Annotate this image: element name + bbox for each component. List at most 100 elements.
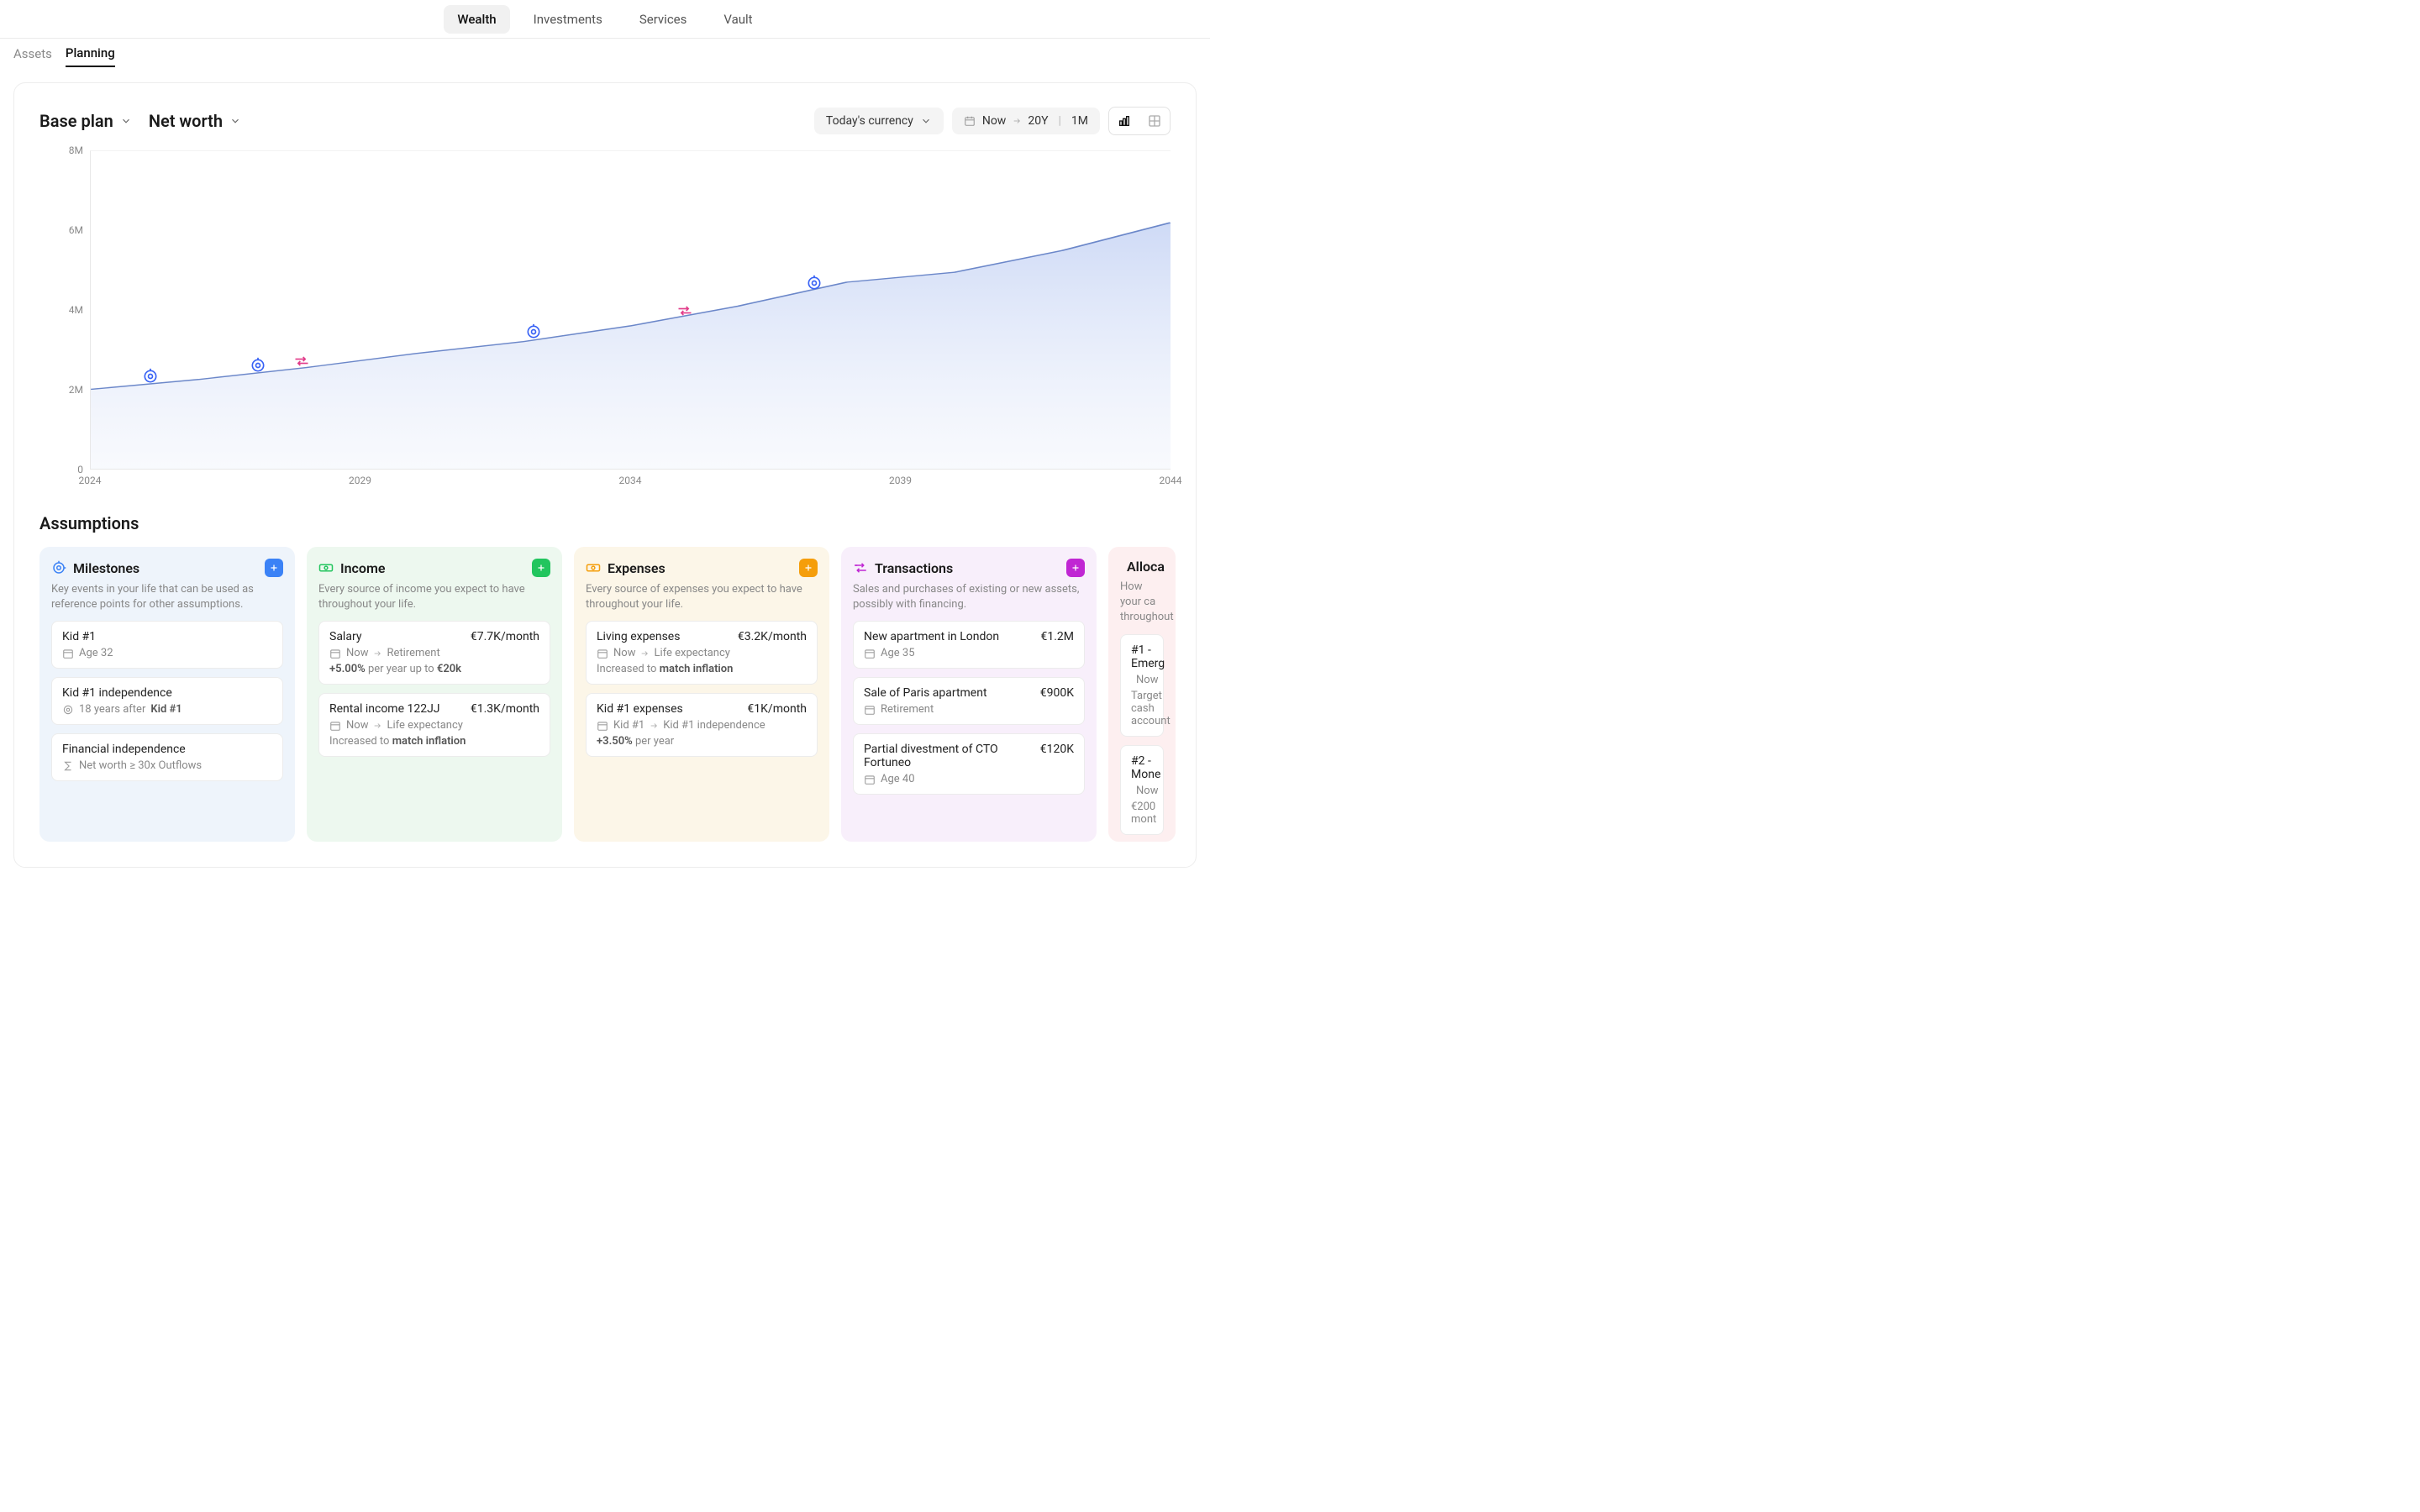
card-income: Income Every source of income you expect… <box>307 547 562 842</box>
card-desc: Every source of income you expect to hav… <box>318 582 550 612</box>
income-item[interactable]: Rental income 122JJ €1.3K/month Now Life… <box>318 693 550 757</box>
plan-dropdown[interactable]: Base plan <box>39 111 132 131</box>
income-item[interactable]: Salary €7.7K/month Now Retirement +5.00%… <box>318 621 550 685</box>
item-name: Rental income 122JJ <box>329 702 440 716</box>
assumptions-cards: Milestones Key events in your life that … <box>39 547 1171 842</box>
x-tick: 2024 <box>79 475 102 486</box>
target-icon <box>51 560 66 575</box>
item-extra-prefix: +5.00% <box>329 663 368 675</box>
metric-dropdown-label: Net worth <box>149 111 223 131</box>
nav-wealth[interactable]: Wealth <box>444 5 509 34</box>
time-range-picker[interactable]: Now 20Y | 1M <box>952 108 1100 134</box>
expense-item[interactable]: Kid #1 expenses €1K/month Kid #1 Kid #1 … <box>586 693 818 757</box>
item-meta: Net worth ≥ 30x Outflows <box>79 759 202 772</box>
milestone-item[interactable]: Kid #1 Age 32 <box>51 621 283 669</box>
metric-dropdown[interactable]: Net worth <box>149 111 241 131</box>
item-name: Kid #1 expenses <box>597 702 683 716</box>
expense-item[interactable]: Living expenses €3.2K/month Now Life exp… <box>586 621 818 685</box>
view-chart-button[interactable] <box>1109 108 1139 134</box>
x-tick: 2039 <box>889 475 912 486</box>
item-name: Sale of Paris apartment <box>864 686 987 700</box>
nav-services[interactable]: Services <box>626 5 701 34</box>
item-value: €7.7K/month <box>471 630 539 643</box>
target-icon <box>62 704 74 716</box>
currency-dropdown-label: Today's currency <box>826 114 913 128</box>
subnav-planning[interactable]: Planning <box>66 40 115 67</box>
grid-icon <box>1148 114 1161 128</box>
bar-chart-icon <box>1118 114 1131 128</box>
item-to: Retirement <box>387 647 439 659</box>
card-title: Income <box>340 560 525 576</box>
item-name: New apartment in London <box>864 630 999 643</box>
item-from: Now <box>1136 674 1158 686</box>
chart-transaction-marker[interactable] <box>292 352 311 370</box>
y-tick: 2M <box>69 384 83 396</box>
card-desc: Key events in your life that can be used… <box>51 582 283 612</box>
card-allocations: Alloca How your ca throughout #1 - Emerg… <box>1108 547 1176 842</box>
item-extra-prefix: +3.50% <box>597 735 635 748</box>
arrow-right-icon <box>640 649 649 658</box>
calendar-icon <box>964 115 976 127</box>
item-name: Kid #1 independence <box>62 686 172 700</box>
item-value: €900K <box>1040 686 1074 700</box>
assumptions-title: Assumptions <box>39 513 1171 533</box>
milestone-item[interactable]: Financial independence Net worth ≥ 30x O… <box>51 733 283 781</box>
transaction-item[interactable]: New apartment in London €1.2M Age 35 <box>853 621 1085 669</box>
item-extra: Target cash account <box>1131 690 1153 727</box>
sub-nav: Assets Planning <box>0 39 1210 69</box>
arrow-right-icon <box>650 722 658 730</box>
item-extra: €200 mont <box>1131 801 1153 826</box>
item-to: Life expectancy <box>654 647 729 659</box>
chart-milestone-marker[interactable] <box>141 367 160 386</box>
banknote-icon <box>586 560 601 575</box>
chevron-down-icon <box>920 115 932 127</box>
item-value: €3.2K/month <box>738 630 807 643</box>
area-path <box>91 151 1171 469</box>
add-income-button[interactable] <box>532 559 550 577</box>
calendar-icon <box>62 648 74 659</box>
item-name: Kid #1 <box>62 630 96 643</box>
add-transaction-button[interactable] <box>1066 559 1085 577</box>
item-meta: Age 32 <box>79 647 113 659</box>
chart-transaction-marker[interactable] <box>676 302 694 320</box>
milestone-item[interactable]: Kid #1 independence 18 years after Kid #… <box>51 677 283 725</box>
chart-plot-area <box>90 150 1171 470</box>
transaction-item[interactable]: Partial divestment of CTO Fortuneo €120K… <box>853 733 1085 795</box>
arrow-right-icon <box>373 722 381 730</box>
chevron-down-icon <box>120 115 132 127</box>
item-extra-bold: match inflation <box>660 663 734 675</box>
currency-dropdown[interactable]: Today's currency <box>814 108 944 134</box>
card-transactions: Transactions Sales and purchases of exis… <box>841 547 1097 842</box>
item-name: #2 - Mone <box>1131 754 1160 781</box>
nav-investments[interactable]: Investments <box>520 5 616 34</box>
add-expense-button[interactable] <box>799 559 818 577</box>
view-table-button[interactable] <box>1139 108 1170 134</box>
add-milestone-button[interactable] <box>265 559 283 577</box>
x-tick: 2044 <box>1160 475 1182 486</box>
calendar-icon <box>329 720 341 732</box>
chart-milestone-marker[interactable] <box>805 274 823 292</box>
item-value: €1.2M <box>1040 630 1074 643</box>
card-title: Expenses <box>608 560 792 576</box>
range-from: Now <box>982 114 1007 128</box>
transaction-item[interactable]: Sale of Paris apartment €900K Retirement <box>853 677 1085 725</box>
plus-icon <box>536 563 546 573</box>
view-toggle <box>1108 107 1171 135</box>
nav-vault[interactable]: Vault <box>710 5 765 34</box>
allocation-item[interactable]: #1 - Emerg Now Target cash account <box>1120 634 1164 737</box>
item-name: Partial divestment of CTO Fortuneo <box>864 743 1040 769</box>
item-from: Now <box>1136 785 1158 797</box>
card-title: Transactions <box>875 560 1060 576</box>
y-tick: 4M <box>69 304 83 316</box>
banknote-icon <box>318 560 334 575</box>
plus-icon <box>1071 563 1081 573</box>
chart-milestone-marker[interactable] <box>249 356 267 375</box>
calendar-icon <box>329 648 341 659</box>
net-worth-chart[interactable]: 8M 6M 4M 2M 0 <box>39 150 1171 470</box>
card-desc: Every source of expenses you expect to h… <box>586 582 818 612</box>
chart-milestone-marker[interactable] <box>524 323 543 341</box>
item-meta: Age 40 <box>881 773 915 785</box>
item-to: Life expectancy <box>387 719 462 732</box>
allocation-item[interactable]: #2 - Mone Now €200 mont <box>1120 745 1164 835</box>
subnav-assets[interactable]: Assets <box>13 41 52 66</box>
